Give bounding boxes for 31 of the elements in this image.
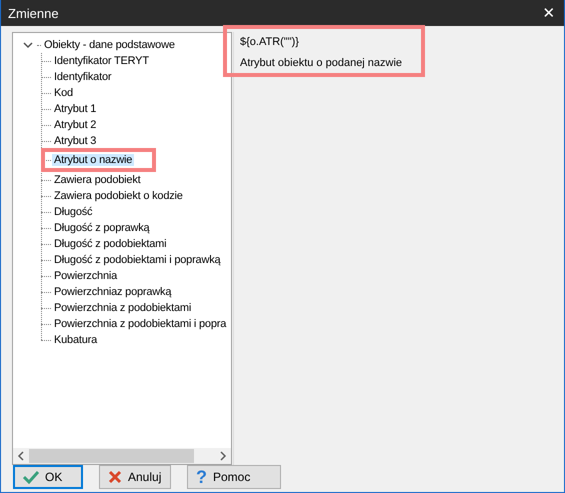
- tree-item[interactable]: Powierzchnia: [52, 270, 120, 282]
- tree-item[interactable]: Atrybut 2: [52, 119, 98, 131]
- tree-item[interactable]: Kubatura: [52, 334, 100, 346]
- tree-item[interactable]: Zawiera podobiekt: [52, 174, 142, 186]
- chevron-icon[interactable]: [23, 41, 33, 49]
- tree-item[interactable]: Atrybut 1: [52, 103, 98, 115]
- tree-item[interactable]: Zawiera podobiekt o kodzie: [52, 190, 185, 202]
- window-title: Zmienne: [8, 6, 59, 20]
- tree-item[interactable]: Kod: [52, 87, 75, 99]
- tree-item[interactable]: Długość z podobiektami: [52, 238, 168, 250]
- question-icon: ?: [196, 466, 207, 488]
- cross-icon: [108, 470, 122, 484]
- description-text: Atrybut obiektu o podanej nazwie: [240, 57, 404, 69]
- tree-item[interactable]: Identyfikator: [52, 71, 114, 83]
- tree-item[interactable]: Atrybut 3: [52, 135, 98, 147]
- tree-item[interactable]: Powierzchnia z podobiektami: [52, 302, 194, 314]
- tree-item[interactable]: Obiekty - dane podstawowe: [42, 39, 177, 51]
- tree-item[interactable]: Długość z podobiektami i poprawką: [52, 254, 222, 266]
- help-button[interactable]: ? Pomoc: [187, 465, 281, 489]
- expression-text: ${o.ATR("")}: [240, 36, 300, 48]
- tree-item[interactable]: Długość: [52, 206, 94, 218]
- tree-item[interactable]: Identyfikator TERYT: [52, 55, 151, 67]
- tree-item[interactable]: Powierzchniaz poprawką: [52, 286, 174, 298]
- horizontal-scrollbar[interactable]: [13, 448, 231, 464]
- close-button[interactable]: ✕: [534, 0, 564, 26]
- ok-button[interactable]: OK: [13, 465, 83, 489]
- cancel-button[interactable]: Anuluj: [99, 465, 171, 489]
- check-icon: [23, 470, 39, 484]
- tree-item[interactable]: Atrybut o nazwie: [52, 154, 134, 166]
- tree-item[interactable]: Powierzchnia z podobiektami i popra: [52, 318, 228, 330]
- tree-item[interactable]: Długość z poprawką: [52, 222, 152, 234]
